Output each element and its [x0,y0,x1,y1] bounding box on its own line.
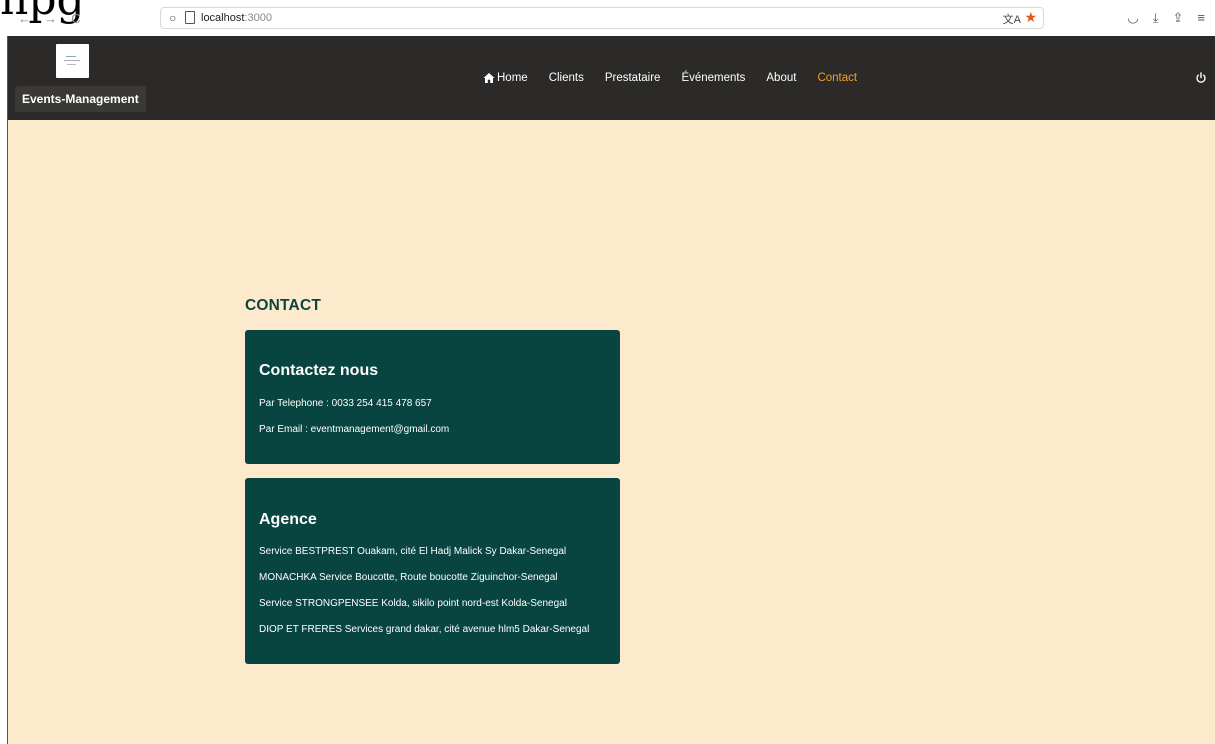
logo-image[interactable] [56,44,89,78]
share-icon[interactable]: ⇪ [1173,10,1184,26]
browser-toolbar: npg ← → C ○ localhost:3000 文A ★ ◡ ⤓ ⇪ ≡ [0,0,1215,36]
nav-evenements[interactable]: Événements [681,72,745,84]
nav-home-label: Home [497,72,528,84]
agence-item: MONACHKA Service Boucotte, Route boucott… [259,572,558,583]
star-icon[interactable]: ★ [1024,9,1037,26]
url-text[interactable]: localhost:3000 [201,12,272,24]
download-icon[interactable]: ⤓ [1153,10,1159,26]
agence-card: Agence Service BESTPREST Ouakam, cité El… [245,478,620,664]
page-title: CONTACT [245,297,322,314]
contact-email: Par Email : eventmanagement@gmail.com [259,424,450,435]
brand-name[interactable]: Events-Management [15,86,146,112]
main-nav: Home Clients Prestataire Événements Abou… [483,72,878,84]
app-header: Events-Management Home Clients Prestatai… [8,36,1215,120]
page-icon [185,11,195,24]
nav-prestataire[interactable]: Prestataire [605,72,661,84]
main-content: CONTACT Contactez nous Par Telephone : 0… [8,120,1215,744]
reload-icon[interactable]: C [70,11,82,26]
browser-actions: ◡ ⤓ ⇪ ≡ [1127,10,1205,26]
nav-clients[interactable]: Clients [549,72,584,84]
nav-home[interactable]: Home [483,72,528,84]
contact-card: Contactez nous Par Telephone : 0033 254 … [245,330,620,464]
url-port: :3000 [244,12,272,24]
arrow-left-icon[interactable]: ← [18,11,31,26]
nav-contact[interactable]: Contact [817,72,857,84]
agence-item: DIOP ET FRERES Services grand dakar, cit… [259,624,590,635]
pocket-icon[interactable]: ◡ [1127,10,1138,26]
home-icon [483,73,495,83]
shield-icon[interactable]: ○ [169,11,176,25]
contact-card-title: Contactez nous [259,362,379,379]
url-host: localhost [201,12,245,24]
hamburger-menu-icon[interactable]: ≡ [1197,10,1205,26]
power-icon[interactable] [1195,72,1207,84]
agence-item: Service STRONGPENSEE Kolda, sikilo point… [259,598,567,609]
agence-item: Service BESTPREST Ouakam, cité El Hadj M… [259,546,567,557]
translate-icon[interactable]: 文A [1003,11,1021,27]
contact-phone: Par Telephone : 0033 254 415 478 657 [259,398,432,409]
browser-nav-buttons: ← → C [18,11,82,26]
address-bar[interactable]: ○ localhost:3000 文A ★ [160,7,1044,29]
nav-about[interactable]: About [766,72,796,84]
arrow-right-icon[interactable]: → [44,11,57,26]
agence-card-title: Agence [259,511,317,528]
